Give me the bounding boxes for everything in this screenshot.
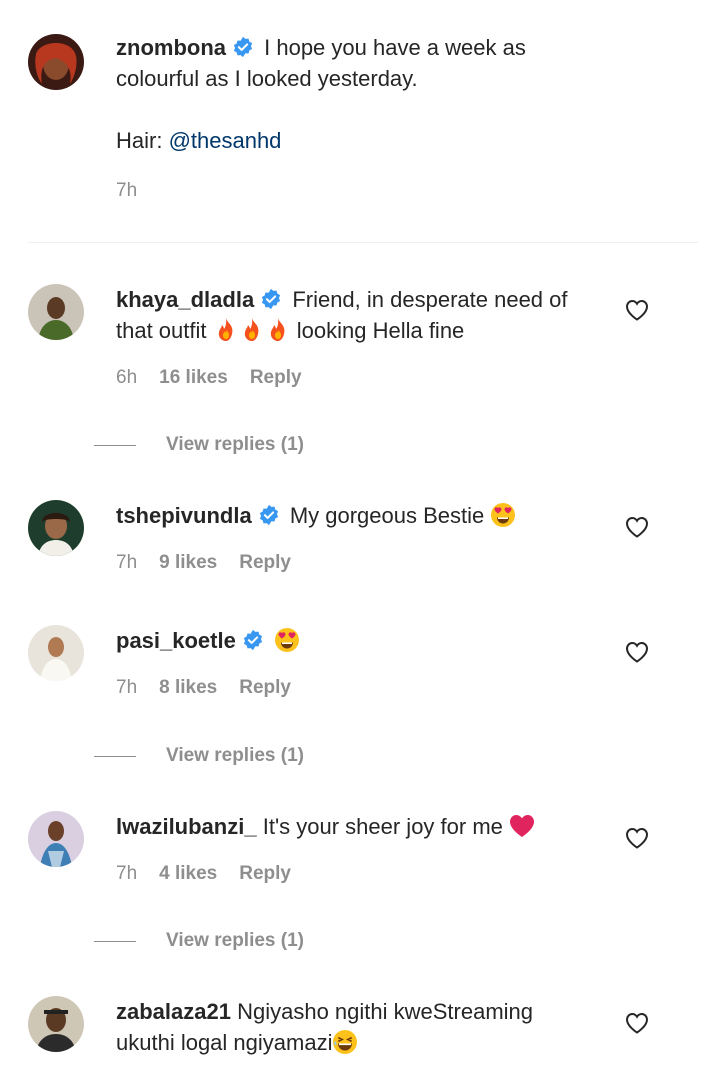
comment-text: My gorgeous Bestie (289, 503, 491, 528)
caption-hair-label: Hair: (116, 128, 169, 153)
avatar-image (28, 34, 84, 90)
reply-button[interactable]: Reply (239, 552, 291, 574)
reply-button[interactable]: Reply (239, 677, 291, 699)
laughing-emoji-icon (332, 1029, 358, 1055)
verified-icon (258, 504, 280, 526)
comment-text-cont: ukuthi logal ngiyamazi (116, 1030, 333, 1055)
caption-text-line1: I hope you have a week as (264, 35, 526, 60)
verified-icon (260, 288, 282, 310)
view-replies-label: View replies (1) (166, 434, 304, 455)
avatar-image (28, 500, 84, 556)
comment-text: Friend, in desperate need of (292, 287, 568, 312)
likes-count[interactable]: 16 likes (159, 367, 228, 389)
comment-username[interactable]: zabalaza21 (116, 999, 231, 1024)
replies-line (94, 444, 136, 446)
like-heart-icon[interactable] (625, 1012, 649, 1034)
comment-timestamp: 6h (116, 367, 138, 388)
avatar[interactable] (28, 284, 84, 340)
comment-username[interactable]: pasi_koetle (116, 628, 236, 653)
comment-timestamp: 7h (116, 552, 138, 573)
avatar[interactable] (28, 500, 84, 556)
mention-link[interactable]: @thesanhd (169, 128, 282, 153)
verified-icon (232, 36, 254, 58)
avatar-image (28, 996, 84, 1052)
avatar[interactable] (28, 996, 84, 1052)
view-replies-label: View replies (1) (166, 745, 304, 766)
comment-text: Ngiyasho ngithi kweStreaming (237, 999, 534, 1024)
heart-eyes-emoji-icon (274, 627, 300, 653)
heart-eyes-emoji-icon (490, 502, 516, 528)
avatar-image (28, 284, 84, 340)
divider (28, 242, 698, 243)
comment-text-end: looking Hella fine (290, 318, 465, 343)
view-replies-button[interactable]: View replies (1) (94, 434, 304, 456)
likes-count[interactable]: 8 likes (159, 677, 217, 699)
replies-line (94, 940, 136, 942)
verified-icon (242, 629, 264, 651)
view-replies-label: View replies (1) (166, 930, 304, 951)
replies-line (94, 755, 136, 757)
fire-icon (239, 317, 265, 343)
reply-button[interactable]: Reply (250, 367, 302, 389)
reply-button[interactable]: Reply (239, 863, 291, 885)
caption-timestamp: 7h (116, 180, 138, 201)
fire-icon (265, 317, 291, 343)
comment-timestamp: 7h (116, 677, 138, 698)
likes-count[interactable]: 9 likes (159, 552, 217, 574)
like-heart-icon[interactable] (625, 516, 649, 538)
red-heart-emoji-icon (509, 813, 535, 839)
like-heart-icon[interactable] (625, 827, 649, 849)
avatar-image (28, 625, 84, 681)
caption-text-line2: colourful as I looked yesterday. (116, 66, 418, 91)
comment-text: It's your sheer joy for me (262, 814, 510, 839)
avatar[interactable] (28, 811, 84, 867)
comment-username[interactable]: tshepivundla (116, 503, 252, 528)
like-heart-icon[interactable] (625, 641, 649, 663)
fire-icon (213, 317, 239, 343)
like-heart-icon[interactable] (625, 299, 649, 321)
view-replies-button[interactable]: View replies (1) (94, 745, 304, 767)
comment-timestamp: 7h (116, 863, 138, 884)
caption-username[interactable]: znombona (116, 35, 226, 60)
comment-username[interactable]: lwazilubanzi_ (116, 814, 257, 839)
avatar[interactable] (28, 625, 84, 681)
comment-text-cont: that outfit (116, 318, 213, 343)
likes-count[interactable]: 4 likes (159, 863, 217, 885)
comment-username[interactable]: khaya_dladla (116, 287, 254, 312)
avatar[interactable] (28, 34, 84, 90)
view-replies-button[interactable]: View replies (1) (94, 930, 304, 952)
avatar-image (28, 811, 84, 867)
